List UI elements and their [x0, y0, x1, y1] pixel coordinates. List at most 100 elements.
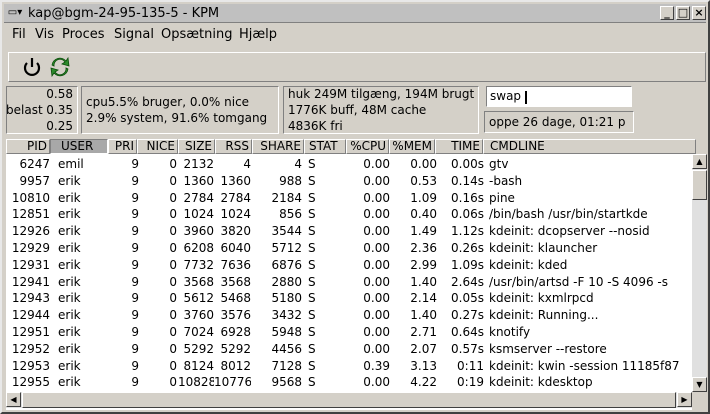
- maximize-button[interactable]: □: [676, 6, 690, 20]
- horizontal-scrollbar[interactable]: ◀ ▶: [6, 392, 692, 408]
- table-row[interactable]: 12944 erik 9 0 3760 3576 3432 S 0.00 1.40 0.27s kde…: [6, 307, 692, 324]
- table-row[interactable]: 12952 erik 9 0 5292 5292 4456 S 0.00 2.07 0.57s ksm…: [6, 341, 692, 358]
- vertical-scrollbar[interactable]: ▲ ▼: [692, 154, 707, 392]
- table-row[interactable]: 9957 erik 9 0 1360 1360 988 S 0.00 0.53 0.14s -bash: [6, 173, 692, 190]
- cell-pid: 12929: [11, 241, 50, 255]
- cell-time: 0.00s: [451, 157, 484, 171]
- cell-share: 3544: [271, 224, 302, 239]
- col-share[interactable]: SHARE: [252, 139, 304, 154]
- cell-share: 4: [294, 157, 302, 171]
- process-list[interactable]: 6247 emil 9 0 2132 4 4 S 0.00 0.00 0.00s gtv 9957 eri…: [6, 154, 692, 410]
- menu-fil[interactable]: Fil: [12, 26, 26, 43]
- cell-nice: 0: [169, 325, 177, 339]
- col-cmdline[interactable]: CMDLINE: [483, 139, 696, 154]
- menu-signal[interactable]: Signal: [114, 26, 154, 43]
- cell-share: 3432: [271, 308, 302, 323]
- cpu-line-1: cpu5.5% bruger, 0.0% nice: [86, 95, 250, 109]
- col-mem[interactable]: %MEM: [389, 139, 435, 154]
- scroll-left-icon[interactable]: ◀: [6, 392, 21, 407]
- cell-rss: 8012: [220, 358, 251, 373]
- cell-stat: S: [308, 190, 316, 205]
- cell-rss: 7636: [220, 257, 251, 272]
- table-row[interactable]: 12951 erik 9 0 7024 6928 5948 S 0.00 2.71 0.64s kno…: [6, 324, 692, 341]
- cell-stat: S: [308, 207, 316, 222]
- horizontal-scroll-thumb[interactable]: [22, 392, 676, 408]
- cell-nice: 0: [169, 274, 177, 289]
- menu-opsaetning[interactable]: Opsætning: [161, 26, 232, 43]
- col-user[interactable]: USER: [50, 139, 108, 154]
- cell-user: erik: [58, 291, 81, 306]
- close-button[interactable]: ×: [692, 6, 706, 20]
- cell-time: 0.64s: [451, 325, 484, 339]
- col-time[interactable]: TIME: [435, 139, 483, 154]
- cell-pri: 9: [131, 157, 139, 171]
- table-row[interactable]: 12943 erik 9 0 5612 5468 5180 S 0.00 2.14 0.05s kde…: [6, 290, 692, 307]
- col-nice[interactable]: NICE: [137, 139, 178, 154]
- cell-pri: 9: [131, 341, 139, 356]
- scroll-right-icon[interactable]: ▶: [677, 392, 692, 407]
- scroll-down-icon[interactable]: ▼: [692, 377, 707, 392]
- cell-share: 6876: [271, 257, 302, 272]
- cell-nice: 0: [169, 291, 177, 306]
- cell-share: 5948: [271, 325, 302, 339]
- scroll-up-icon[interactable]: ▲: [692, 154, 707, 169]
- cell-stat: S: [308, 375, 316, 390]
- table-row[interactable]: 12941 erik 9 0 3568 3568 2880 S 0.00 1.40 2.64s/us…: [6, 274, 692, 291]
- cell-user: erik: [58, 375, 81, 390]
- table-row[interactable]: 12929 erik 9 0 6208 6040 5712 S 0.00 2.36 0.26s kde…: [6, 240, 692, 257]
- cell-cmdline: kdeinit: kded: [489, 257, 568, 272]
- cell-time: 0.16s: [451, 190, 484, 205]
- cell-size: 7732: [183, 257, 214, 272]
- col-pid[interactable]: PID: [6, 139, 50, 154]
- table-row[interactable]: 12953 erik 9 0 8124 8012 7128 S 0.39 3.13 0:11 kdei…: [6, 358, 692, 375]
- cell-time: 1.09s: [451, 257, 484, 272]
- cell-pri: 9: [131, 291, 139, 306]
- window-title: kap@bgm-24-95-135-5 - KPM: [28, 6, 220, 21]
- cell-mem: 3.13: [410, 358, 437, 373]
- table-row[interactable]: 12955 erik 9 0 10828 10776 9568 S 0.00 4.22 0:19 kd…: [6, 374, 692, 391]
- cell-time: 0.05s: [451, 291, 484, 306]
- cell-size: 5292: [183, 341, 214, 356]
- cell-size: 3568: [183, 274, 214, 289]
- cell-mem: 2.36: [410, 241, 437, 255]
- cell-time: 0.26s: [451, 241, 484, 255]
- menu-proces[interactable]: Proces: [62, 26, 105, 43]
- load-1min: 0.58: [46, 87, 73, 101]
- power-icon[interactable]: [19, 55, 45, 79]
- cell-user: erik: [58, 207, 81, 222]
- app-menu-icon[interactable]: ▭▾: [7, 7, 23, 19]
- table-row[interactable]: 10810 erik 9 0 2784 2784 2184 S 0.00 1.09 0.16s pin…: [6, 190, 692, 207]
- table-row[interactable]: 12851 erik 9 0 1024 1024 856 S 0.00 0.40 0.06s/bin…: [6, 206, 692, 223]
- cell-share: 2184: [271, 190, 302, 205]
- cell-cpu: 0.00: [363, 291, 390, 306]
- cell-size: 8124: [183, 358, 214, 373]
- minimize-button[interactable]: _: [660, 6, 674, 20]
- table-row[interactable]: 6247 emil 9 0 2132 4 4 S 0.00 0.00 0.00s gtv: [6, 156, 692, 173]
- cell-mem: 2.14: [410, 291, 437, 306]
- title-bar[interactable]: ▭▾ kap@bgm-24-95-135-5 - KPM _ □ ×: [4, 4, 706, 23]
- menu-vis[interactable]: Vis: [35, 26, 54, 43]
- cpu-panel: cpu5.5% bruger, 0.0% nice 2.9% system, 9…: [81, 86, 279, 134]
- cell-cpu: 0.00: [363, 257, 390, 272]
- col-rss[interactable]: RSS: [215, 139, 252, 154]
- col-stat[interactable]: STAT: [304, 139, 346, 154]
- cell-stat: S: [308, 173, 316, 188]
- cell-rss: 4: [243, 157, 251, 171]
- cell-cmdline: knotify: [489, 325, 531, 339]
- col-size[interactable]: SIZE: [178, 139, 215, 154]
- memory-line-3: 4836K fri: [288, 119, 343, 133]
- col-cpu[interactable]: %CPU: [346, 139, 389, 154]
- menu-hjaelp[interactable]: Hjælp: [239, 26, 277, 43]
- cell-nice: 0: [169, 358, 177, 373]
- cell-mem: 2.07: [410, 341, 437, 356]
- table-row[interactable]: 12931 erik 9 0 7732 7636 6876 S 0.00 2.99 1.09s kde…: [6, 257, 692, 274]
- vertical-scroll-thumb[interactable]: [692, 170, 707, 200]
- kpm-window: ▭▾ kap@bgm-24-95-135-5 - KPM _ □ × Fil V…: [0, 0, 710, 414]
- load-5min: 0.35: [46, 103, 73, 117]
- cell-pri: 9: [131, 308, 139, 323]
- refresh-icon[interactable]: [47, 55, 73, 79]
- cell-cmdline: kdeinit: kxmlrpcd: [489, 291, 594, 306]
- col-pri[interactable]: PRI: [108, 139, 137, 154]
- table-row[interactable]: 12926 erik 9 0 3960 3820 3544 S 0.00 1.49 1.12s kde…: [6, 223, 692, 240]
- cell-cpu: 0.00: [363, 157, 390, 171]
